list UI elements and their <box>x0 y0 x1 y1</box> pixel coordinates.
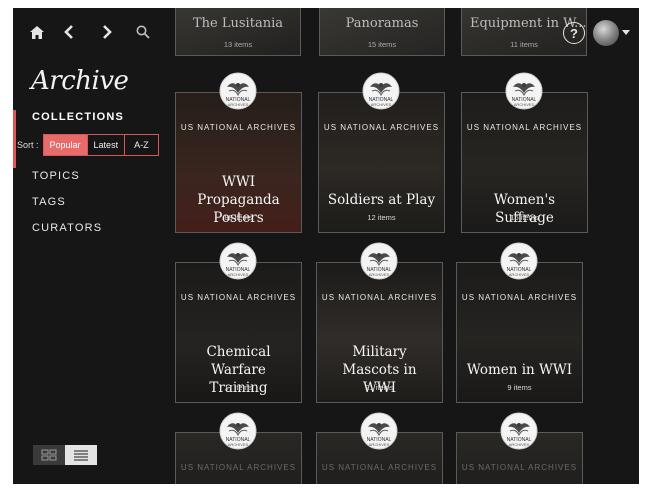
collection-card-panoramas[interactable]: Panoramas 15 items <box>319 8 445 56</box>
card-source: US NATIONAL ARCHIVES <box>466 123 583 132</box>
card-title: Panoramas <box>345 16 419 31</box>
help-button[interactable]: ? <box>563 22 585 44</box>
card-title-line: Military Mascots in <box>342 344 417 378</box>
collection-card[interactable]: US NATIONAL ARCHIVES Soldiers at Play 12… <box>318 92 445 233</box>
svg-text:ARCHIVES: ARCHIVES <box>514 102 535 107</box>
list-icon <box>74 450 88 461</box>
card-source: US NATIONAL ARCHIVES <box>180 463 297 472</box>
card-source: US NATIONAL ARCHIVES <box>321 463 438 472</box>
sort-latest-button[interactable]: Latest <box>87 134 126 156</box>
card-count: 12 items <box>367 213 396 222</box>
sort-popular-button[interactable]: Popular <box>42 134 88 156</box>
card-count: 15 items <box>367 40 397 49</box>
card-count: 21 items <box>365 383 394 392</box>
active-indicator <box>13 110 16 168</box>
search-icon[interactable] <box>133 22 153 42</box>
sidebar-item-tags[interactable]: TAGS <box>32 196 66 208</box>
app-frame: Archive COLLECTIONS Sort : Popular Lates… <box>13 8 639 484</box>
avatar-dropdown-icon[interactable] <box>622 30 630 35</box>
sidebar-item-curators[interactable]: CURATORS <box>32 222 102 234</box>
card-title-line: Women in WWI <box>466 362 573 378</box>
card-count: 16 items <box>510 213 539 222</box>
card-title: Women in WWI <box>463 361 576 379</box>
svg-text:ARCHIVES: ARCHIVES <box>228 272 249 277</box>
card-count: 13 items <box>223 40 253 49</box>
card-source: US NATIONAL ARCHIVES <box>323 123 440 132</box>
national-archives-seal-icon: NATIONAL ARCHIVES <box>360 242 398 280</box>
sidebar-item-collections[interactable]: COLLECTIONS <box>32 111 124 123</box>
forward-chevron-icon[interactable] <box>97 22 117 42</box>
view-toggle <box>33 445 97 465</box>
svg-text:ARCHIVES: ARCHIVES <box>509 442 530 447</box>
collection-card[interactable]: US NATIONAL ARCHIVES Military Mascots in… <box>316 262 443 403</box>
national-archives-seal-icon: NATIONAL ARCHIVES <box>362 72 400 110</box>
national-archives-seal-icon: NATIONAL ARCHIVES <box>360 412 398 450</box>
card-count: 17 items <box>224 383 253 392</box>
svg-text:ARCHIVES: ARCHIVES <box>509 272 530 277</box>
sidebar-item-topics[interactable]: TOPICS <box>32 170 80 182</box>
svg-text:ARCHIVES: ARCHIVES <box>228 102 249 107</box>
collection-card[interactable]: US NATIONAL ARCHIVES Women in WWI 9 item… <box>456 262 583 403</box>
card-title-line: Chemical Warfare <box>206 344 271 378</box>
card-source: US NATIONAL ARCHIVES <box>180 293 297 302</box>
sort-controls: Sort : Popular Latest A-Z <box>17 134 159 156</box>
national-archives-seal-icon: NATIONAL ARCHIVES <box>219 72 257 110</box>
card-count: 9 items <box>507 383 532 392</box>
svg-text:ARCHIVES: ARCHIVES <box>228 442 249 447</box>
svg-text:ARCHIVES: ARCHIVES <box>371 102 392 107</box>
card-title-line: WWI Propaganda <box>197 174 280 208</box>
card-title-line: Soldiers at Play <box>327 192 436 208</box>
collection-card-lusitania[interactable]: The Lusitania 13 items <box>175 8 301 56</box>
collection-card[interactable]: US NATIONAL ARCHIVES Women's Suffrage 16… <box>461 92 588 233</box>
home-icon[interactable] <box>27 22 47 42</box>
back-chevron-icon[interactable] <box>59 22 79 42</box>
card-title: The Lusitania <box>193 16 283 31</box>
top-nav <box>13 8 173 58</box>
archive-title: Archive <box>31 66 129 96</box>
sort-label: Sort : <box>17 140 39 150</box>
card-source: US NATIONAL ARCHIVES <box>461 293 578 302</box>
sort-az-button[interactable]: A-Z <box>125 134 159 156</box>
grid-view-button[interactable] <box>33 445 65 465</box>
card-title: Soldiers at Play <box>325 191 438 209</box>
collection-card[interactable]: US NATIONAL ARCHIVES Chemical Warfare Tr… <box>175 262 302 403</box>
collection-card[interactable]: US NATIONAL ARCHIVES WWI Propaganda Post… <box>175 92 302 233</box>
national-archives-seal-icon: NATIONAL ARCHIVES <box>219 242 257 280</box>
svg-text:ARCHIVES: ARCHIVES <box>369 272 390 277</box>
card-source: US NATIONAL ARCHIVES <box>321 293 438 302</box>
card-source: US NATIONAL ARCHIVES <box>461 463 578 472</box>
user-avatar[interactable] <box>593 20 619 46</box>
grid-icon <box>41 449 57 461</box>
list-view-button[interactable] <box>65 445 97 465</box>
svg-text:ARCHIVES: ARCHIVES <box>369 442 390 447</box>
national-archives-seal-icon: NATIONAL ARCHIVES <box>500 412 538 450</box>
card-count: 88 items <box>224 213 253 222</box>
national-archives-seal-icon: NATIONAL ARCHIVES <box>219 412 257 450</box>
national-archives-seal-icon: NATIONAL ARCHIVES <box>505 72 543 110</box>
national-archives-seal-icon: NATIONAL ARCHIVES <box>500 242 538 280</box>
card-source: US NATIONAL ARCHIVES <box>180 123 297 132</box>
